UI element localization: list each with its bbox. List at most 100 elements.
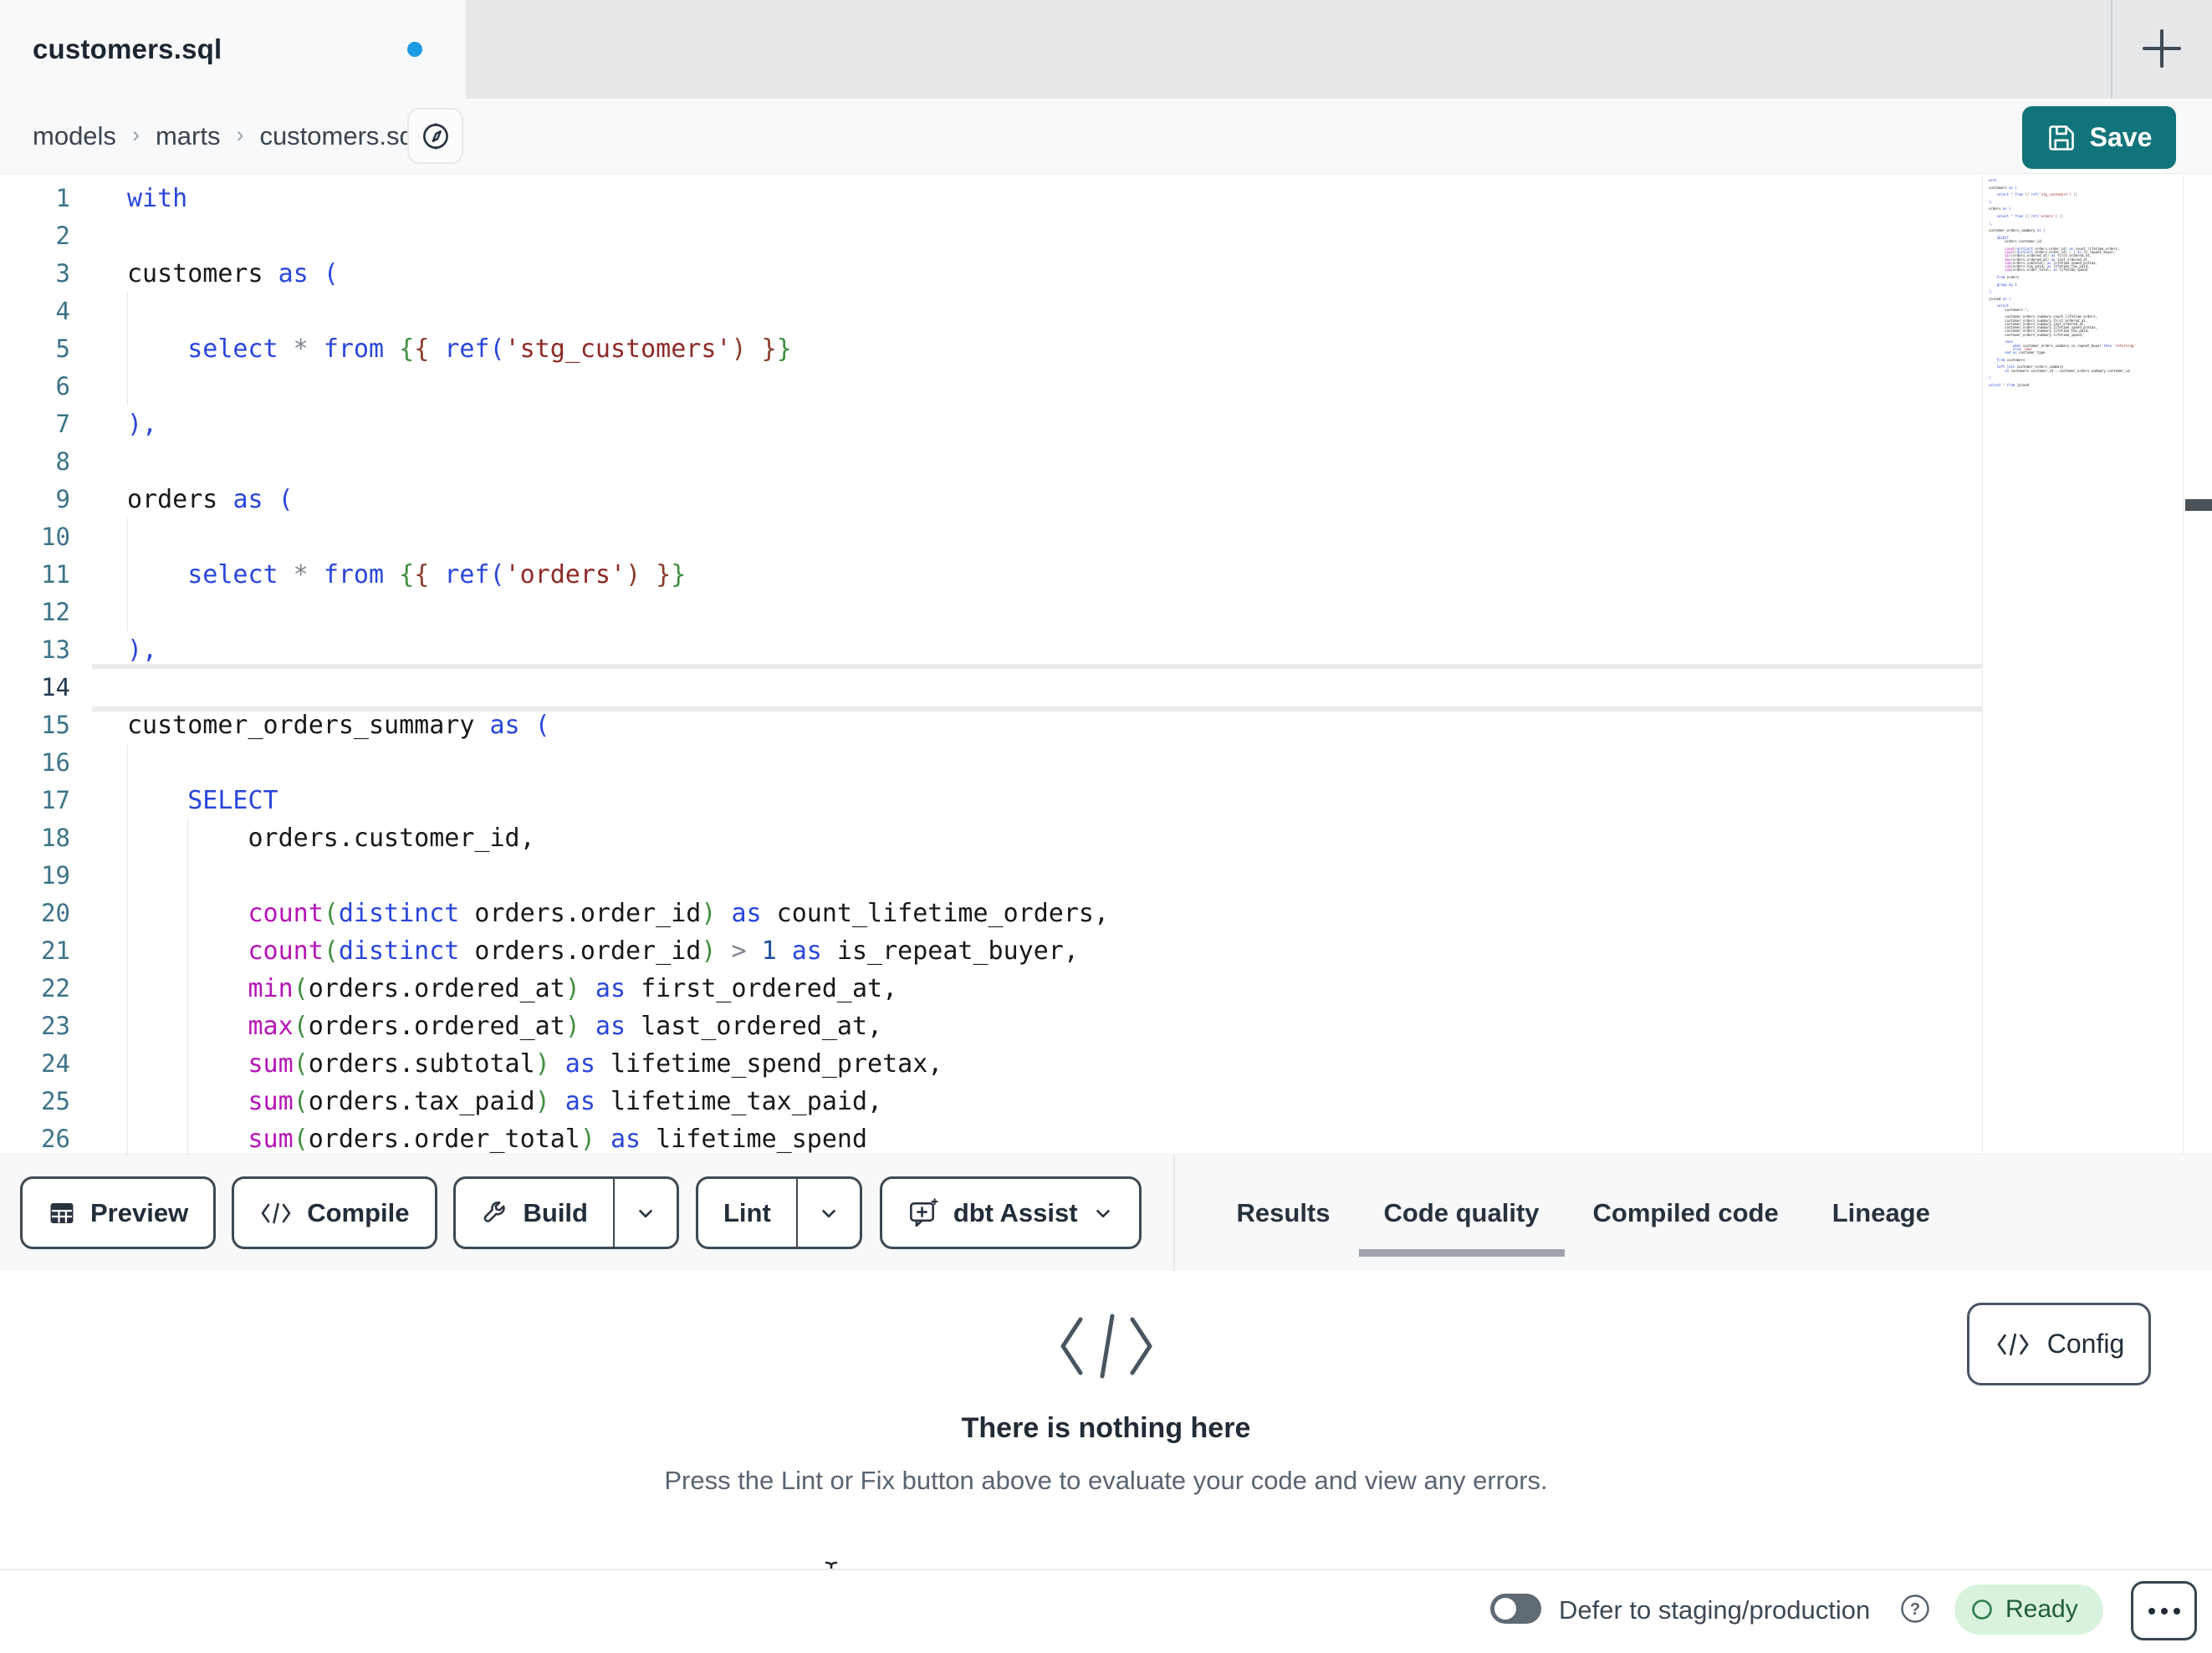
help-icon[interactable]: ? [1900,1594,1930,1624]
editor-tab-customers-sql[interactable]: customers.sql [0,0,466,99]
indent-guide [187,857,189,895]
code-content[interactable]: with customers as ( select * from {{ ref(… [92,180,1982,1154]
indent-guide [187,1083,189,1120]
code-quality-panel: Config There is nothing here Press the L… [0,1271,2212,1569]
code-line-16[interactable] [92,744,1982,782]
breadcrumb-item-models: models [33,120,116,151]
code-line-24[interactable]: sum(orders.subtotal) as lifetime_spend_p… [92,1045,1982,1083]
lint-button[interactable]: Lint [696,1176,862,1249]
indent-guide [127,293,128,330]
more-options-button[interactable] [2131,1581,2197,1640]
line-number-gutter: 1 2 3 4 5 6 7 8 9 10 11 12 13 14 15 16 17 18 19 20 21 22 23 24 2… [41,184,70,1153]
indent-guide [127,368,128,406]
editor-tab-strip: customers.sql [0,0,2212,99]
build-button-label: Build [523,1197,589,1227]
tab-results[interactable]: Results [1210,1155,1357,1272]
code-line-18[interactable]: orders.customer_id, [92,819,1982,857]
defer-label: Defer to staging/production [1559,1595,1871,1625]
unsaved-changes-indicator [407,42,422,57]
svg-text:?: ? [1910,1600,1920,1619]
indent-guide [127,330,128,368]
code-line-5[interactable]: select * from {{ ref('stg_customers') }} [92,330,1982,368]
code-line-23[interactable]: max(orders.ordered_at) as last_ordered_a… [92,1008,1982,1045]
code-line-15[interactable]: customer_orders_summary as ( [92,707,1982,744]
code-line-14[interactable] [92,669,1982,707]
build-button[interactable]: Build [452,1176,679,1249]
defer-toggle[interactable] [1490,1594,1541,1624]
preview-button-label: Preview [90,1197,189,1227]
indent-guide [127,556,128,594]
code-line-1[interactable]: with [92,180,1982,217]
file-header-row: models › marts › customers.sql Save [0,99,2212,174]
editor-minimap[interactable]: with customers as ( select * from {{ ref(… [1989,179,2179,1149]
indent-guide [127,518,128,556]
lint-dropdown-toggle[interactable] [795,1179,860,1247]
indent-guide [187,1008,189,1045]
tab-lineage[interactable]: Lineage [1806,1155,1957,1272]
tab-code-quality[interactable]: Code quality [1357,1155,1566,1272]
wrench-icon [483,1201,505,1222]
lineage-compass-button[interactable] [407,108,463,164]
empty-state-title: There is nothing here [961,1412,1251,1444]
code-line-4[interactable] [92,293,1982,330]
code-line-13[interactable]: ), [92,631,1982,669]
code-line-22[interactable]: min(orders.ordered_at) as first_ordered_… [92,970,1982,1008]
chevron-down-icon [639,1209,652,1217]
editor-scrollbar-thumb[interactable] [2185,499,2212,511]
code-line-11[interactable]: select * from {{ ref('orders') }} [92,556,1982,594]
code-line-20[interactable]: count(distinct orders.order_id) as count… [92,895,1982,932]
compile-button-label: Compile [307,1197,410,1227]
indent-guide [127,1083,128,1120]
status-bar: Defer to staging/production ? Ready [0,1569,2212,1653]
tab-compiled-code[interactable]: Compiled code [1566,1155,1806,1272]
indent-guide [127,1008,128,1045]
build-dropdown-toggle[interactable] [613,1179,677,1247]
lint-button-main[interactable]: Lint [698,1179,796,1247]
code-line-3[interactable]: customers as ( [92,255,1982,293]
code-line-21[interactable]: count(distinct orders.order_id) > 1 as i… [92,932,1982,970]
editor-minimap-divider [1982,175,1983,1154]
chevron-down-icon [822,1209,835,1217]
code-line-19[interactable] [92,857,1982,895]
build-button-main[interactable]: Build [456,1179,614,1247]
indent-guide [187,895,189,932]
code-line-25[interactable]: sum(orders.tax_paid) as lifetime_tax_pai… [92,1083,1982,1120]
dbt-assist-button[interactable]: dbt Assist [879,1176,1142,1249]
code-line-7[interactable]: ), [92,406,1982,443]
save-button[interactable]: Save [2022,106,2176,169]
new-tab-button[interactable] [2131,18,2193,79]
code-line-2[interactable] [92,217,1982,255]
code-editor[interactable]: 1 2 3 4 5 6 7 8 9 10 11 12 13 14 15 16 17 18 19 20 21 22 23 24 2… [0,175,2212,1154]
code-line-26[interactable]: sum(orders.order_total) as lifetime_spen… [92,1120,1982,1154]
code-line-6[interactable] [92,368,1982,406]
indent-guide [127,819,128,857]
code-line-9[interactable]: orders as ( [92,481,1982,518]
editor-scrollbar-divider [2183,175,2184,1154]
code-icon [1060,1314,1152,1379]
ide-status-label: Ready [2005,1595,2078,1623]
empty-state-description: Press the Lint or Fix button above to ev… [664,1466,1548,1495]
compile-button[interactable]: Compile [232,1176,437,1249]
indent-guide [127,895,128,932]
save-button-label: Save [2089,122,2153,152]
lint-button-label: Lint [723,1197,771,1227]
plus-icon [2143,29,2181,68]
ide-status-badge[interactable]: Ready [1954,1584,2103,1635]
indent-guide [127,782,128,819]
ellipsis-icon [2148,1607,2155,1615]
code-line-12[interactable] [92,594,1982,631]
code-line-17[interactable]: SELECT [92,782,1982,819]
preview-button[interactable]: Preview [20,1176,217,1249]
breadcrumb-separator: › [131,121,140,147]
indent-guide [187,1120,189,1154]
dbt-cloud-ide-window: customers.sql models › marts › customers… [0,0,2212,1653]
breadcrumb: models › marts › customers.sql [33,99,420,173]
indent-guide [127,1045,128,1083]
code-line-8[interactable] [92,443,1982,481]
indent-guide [187,819,189,857]
chevron-down-icon [1096,1209,1110,1217]
indent-guide [187,932,189,970]
code-line-10[interactable] [92,518,1982,556]
tab-strip-divider [2111,0,2112,99]
assist-chat-sparkle-icon [909,1197,938,1227]
